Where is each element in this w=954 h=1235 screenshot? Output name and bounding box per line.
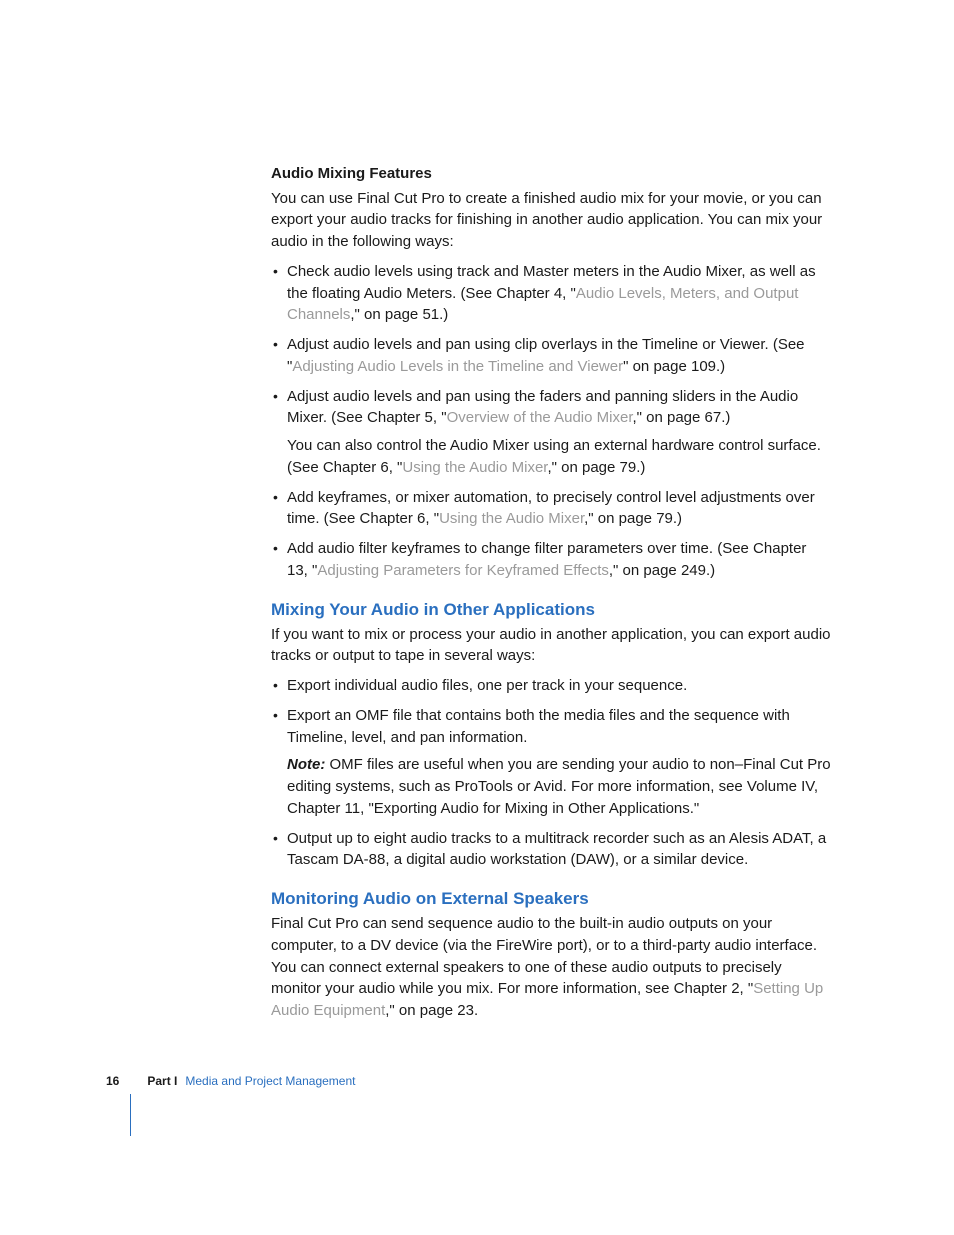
cross-reference-link[interactable]: Adjusting Audio Levels in the Timeline a…: [292, 358, 623, 375]
page-number: 16: [106, 1074, 119, 1088]
part-title: Media and Project Management: [185, 1074, 355, 1088]
intro-paragraph: If you want to mix or process your audio…: [271, 624, 831, 668]
bullet-list: Export individual audio files, one per t…: [271, 675, 831, 871]
body-paragraph: Final Cut Pro can send sequence audio to…: [271, 913, 831, 1022]
bullet-list: Check audio levels using track and Maste…: [271, 261, 831, 582]
list-item: Adjust audio levels and pan using clip o…: [271, 334, 831, 378]
list-item: Add audio filter keyframes to change fil…: [271, 538, 831, 582]
list-item: Check audio levels using track and Maste…: [271, 261, 831, 326]
body-content: Audio Mixing Features You can use Final …: [271, 164, 831, 1030]
list-text: ," on page 79.): [547, 459, 645, 476]
note-paragraph: Note: OMF files are useful when you are …: [287, 754, 831, 819]
section-heading: Mixing Your Audio in Other Applications: [271, 600, 831, 620]
list-text: " on page 109.): [623, 358, 725, 375]
sub-paragraph: You can also control the Audio Mixer usi…: [287, 435, 831, 479]
part-label: Part I: [147, 1074, 177, 1088]
subsection-heading: Audio Mixing Features: [271, 164, 831, 184]
footer-label: Part I Media and Project Management: [147, 1074, 355, 1088]
page-footer: 16 Part I Media and Project Management: [106, 1074, 806, 1088]
list-item: Adjust audio levels and pan using the fa…: [271, 386, 831, 479]
cross-reference-link[interactable]: Using the Audio Mixer: [439, 510, 584, 527]
footer-divider: [130, 1094, 131, 1136]
body-text: Final Cut Pro can send sequence audio to…: [271, 915, 817, 997]
list-text: ," on page 249.): [609, 562, 715, 579]
list-item: Add keyframes, or mixer automation, to p…: [271, 487, 831, 531]
cross-reference-link[interactable]: Overview of the Audio Mixer: [447, 409, 633, 426]
cross-reference-link[interactable]: Using the Audio Mixer: [402, 459, 547, 476]
list-text: ," on page 51.): [350, 306, 448, 323]
note-label: Note:: [287, 756, 330, 773]
document-page: Audio Mixing Features You can use Final …: [0, 0, 954, 1235]
list-item: Export individual audio files, one per t…: [271, 675, 831, 697]
list-text: ," on page 67.): [632, 409, 730, 426]
list-item: Output up to eight audio tracks to a mul…: [271, 828, 831, 872]
intro-paragraph: You can use Final Cut Pro to create a fi…: [271, 188, 831, 253]
list-item: Export an OMF file that contains both th…: [271, 705, 831, 820]
cross-reference-link[interactable]: Adjusting Parameters for Keyframed Effec…: [317, 562, 609, 579]
list-text: Export an OMF file that contains both th…: [287, 707, 790, 746]
section-heading: Monitoring Audio on External Speakers: [271, 889, 831, 909]
note-body: OMF files are useful when you are sendin…: [287, 756, 831, 817]
body-text: ," on page 23.: [385, 1002, 478, 1019]
list-text: ," on page 79.): [584, 510, 682, 527]
